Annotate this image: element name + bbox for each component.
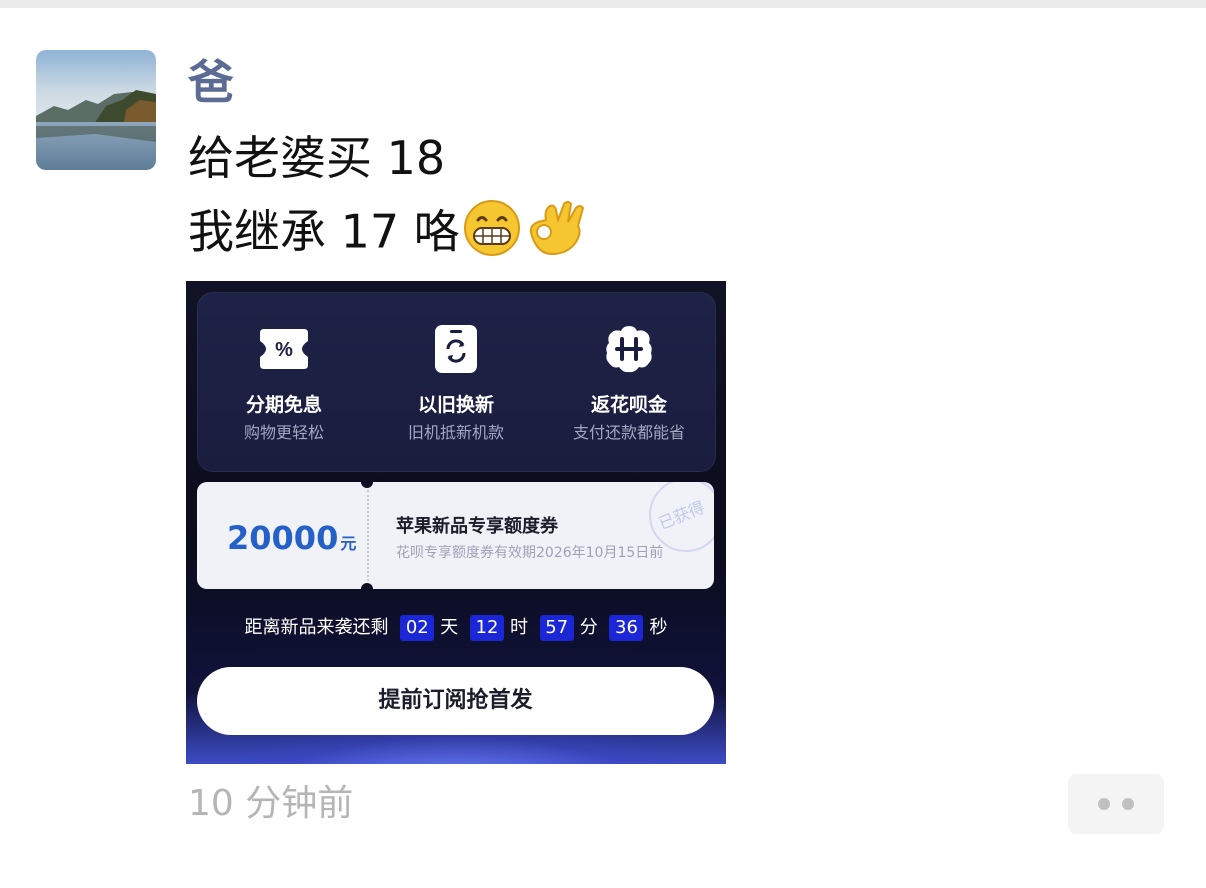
post-text-line-1: 给老婆买 18 xyxy=(188,131,446,185)
stamp-text: 已获得 xyxy=(655,497,708,534)
countdown-hours: 12 xyxy=(470,615,504,641)
benefits-panel: % 分期免息 购物更轻松 以旧换新 旧机抵新机款 返花呗金 支付还款都能省 xyxy=(197,292,716,472)
countdown-seconds: 36 xyxy=(609,615,644,641)
landscape-avatar-image xyxy=(36,50,156,170)
coupon-subtitle: 花呗专享额度券有效期2026年10月15日前 xyxy=(396,545,664,561)
benefit-title: 分期免息 xyxy=(245,394,322,416)
countdown-seconds-label: 秒 xyxy=(649,617,668,638)
coupon-amount-value: 20000 xyxy=(227,519,339,557)
more-dot-icon xyxy=(1098,798,1110,810)
huabei-h-icon xyxy=(603,323,655,375)
countdown-hours-label: 时 xyxy=(510,617,528,638)
benefit-title: 返花呗金 xyxy=(590,394,667,416)
coupon-card[interactable]: 20000 元 苹果新品专享额度券 花呗专享额度券有效期2026年10月15日前 … xyxy=(197,482,714,589)
more-actions-button[interactable] xyxy=(1068,774,1164,834)
benefit-subtitle: 旧机抵新机款 xyxy=(407,423,504,442)
subscribe-button[interactable]: 提前订阅抢首发 xyxy=(197,667,714,735)
countdown-minutes: 57 xyxy=(539,615,574,641)
top-divider xyxy=(0,0,1206,8)
benefit-trade-in: 以旧换新 旧机抵新机款 xyxy=(370,323,542,443)
post-text-line-2-text: 我继承 17 咯 xyxy=(188,204,460,259)
countdown-days: 02 xyxy=(400,615,435,641)
benefit-huabei-gold: 返花呗金 支付还款都能省 xyxy=(543,323,715,443)
coupon-amount: 20000 元 xyxy=(227,518,356,564)
coupon-notch xyxy=(361,583,373,589)
countdown-prefix: 距离新品来袭还剩 xyxy=(244,617,389,638)
grin-emoji xyxy=(462,198,522,272)
countdown-minutes-label: 分 xyxy=(579,617,598,638)
countdown-days-label: 天 xyxy=(440,617,459,638)
percent-ticket-icon: % xyxy=(258,323,310,375)
benefit-installment: % 分期免息 购物更轻松 xyxy=(198,323,370,443)
coupon-title: 苹果新品专享额度券 xyxy=(396,516,558,537)
post-timestamp: 10 分钟前 xyxy=(188,783,354,824)
post-text-line-2: 我继承 17 咯 xyxy=(188,198,586,272)
more-dot-icon xyxy=(1122,798,1134,810)
coupon-divider xyxy=(367,490,369,581)
shared-screenshot[interactable]: % 分期免息 购物更轻松 以旧换新 旧机抵新机款 返花呗金 支付还款都能省 20… xyxy=(186,281,726,764)
post-author[interactable]: 爸 xyxy=(188,52,234,112)
ok-hand-emoji xyxy=(524,198,586,272)
benefit-subtitle: 支付还款都能省 xyxy=(572,423,685,442)
svg-text:%: % xyxy=(275,339,293,361)
benefit-subtitle: 购物更轻松 xyxy=(243,423,324,442)
phone-refresh-icon xyxy=(430,323,482,375)
coupon-amount-unit: 元 xyxy=(340,534,357,553)
benefit-title: 以旧换新 xyxy=(417,394,494,416)
countdown: 距离新品来袭还剩 02 天 12 时 57 分 36 秒 xyxy=(186,614,726,642)
avatar[interactable] xyxy=(36,50,156,170)
coupon-notch xyxy=(361,482,373,488)
